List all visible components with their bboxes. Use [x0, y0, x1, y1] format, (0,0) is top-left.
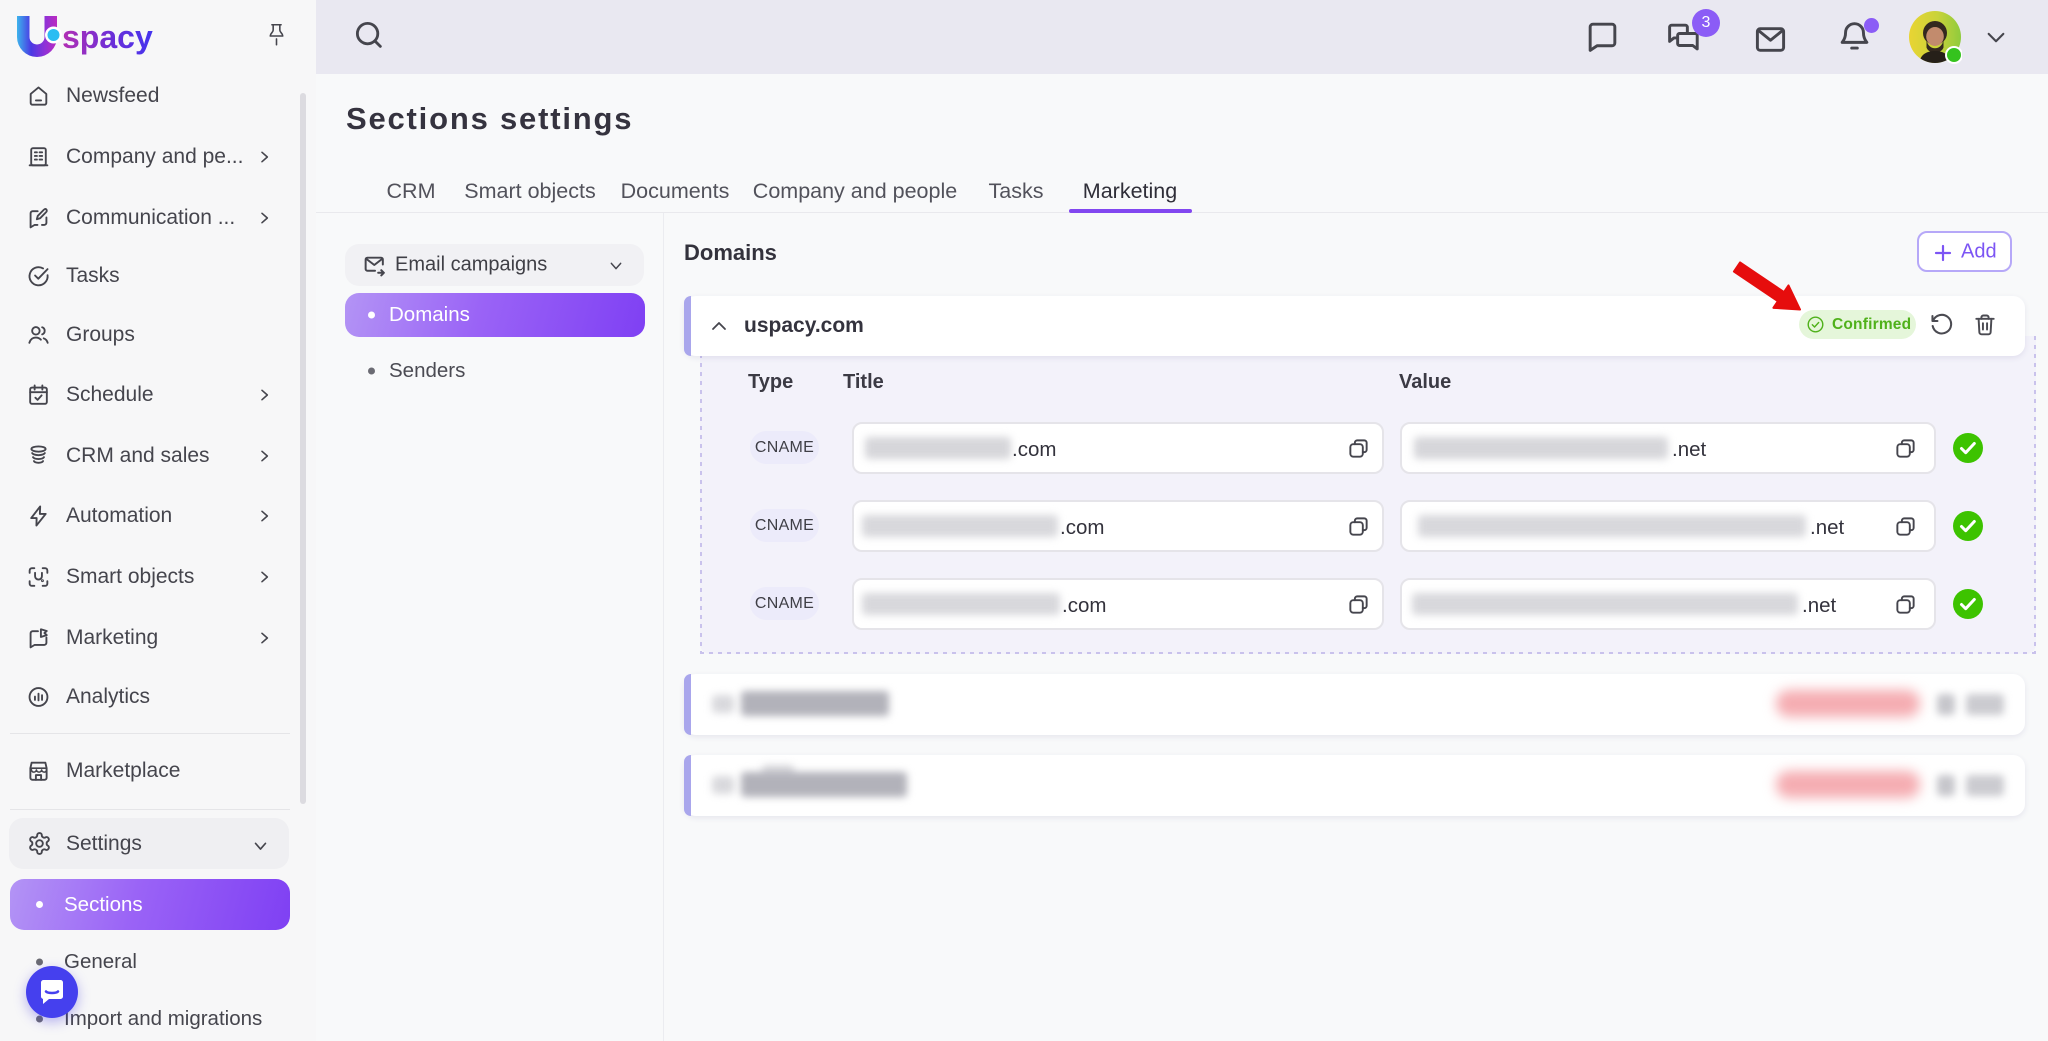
- svg-text:spacy: spacy: [62, 19, 153, 55]
